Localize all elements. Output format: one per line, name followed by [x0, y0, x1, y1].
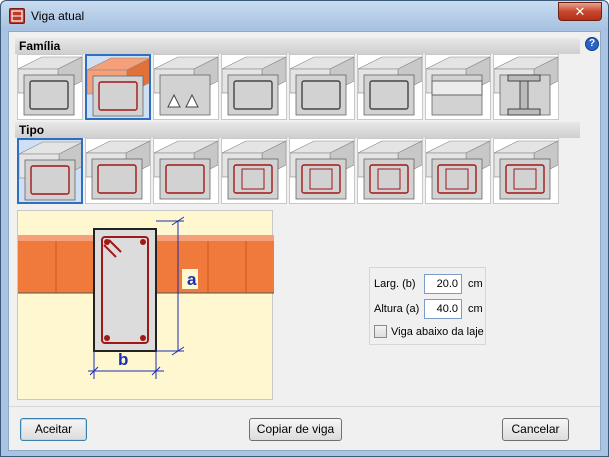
- familia-option-viga-chata[interactable]: [17, 54, 83, 120]
- button-bar: Aceitar Copiar de viga Cancelar: [9, 406, 600, 450]
- familia-option-viga-retangular[interactable]: [85, 54, 151, 120]
- dialog-window: Viga atual ✕ ? Família Tipo a b Larg. (b…: [0, 0, 609, 457]
- below-slab-checkbox[interactable]: [374, 325, 387, 338]
- tipo-option-tipo-8[interactable]: [493, 138, 559, 204]
- height-input[interactable]: [424, 299, 462, 319]
- dimensions-panel: Larg. (b) cm Altura (a) cm Viga abaixo d…: [369, 267, 486, 345]
- cancel-button[interactable]: Cancelar: [502, 418, 569, 441]
- height-label: Altura (a): [374, 303, 420, 315]
- title-bar[interactable]: Viga atual ✕: [1, 1, 608, 31]
- familia-header: Família: [15, 38, 580, 54]
- tipo-gallery: [17, 138, 561, 204]
- tipo-option-tipo-1[interactable]: [17, 138, 83, 204]
- tipo-option-tipo-6[interactable]: [357, 138, 423, 204]
- help-icon[interactable]: ?: [585, 37, 599, 51]
- familia-option-viga-isolada[interactable]: [357, 54, 423, 120]
- width-label: Larg. (b): [374, 278, 416, 290]
- familia-option-viga-treliçada[interactable]: [221, 54, 287, 120]
- app-icon: [9, 8, 25, 24]
- dialog-body: ? Família Tipo a b Larg. (b) 20.0 cm Alt…: [8, 31, 601, 451]
- familia-option-viga-de-laje[interactable]: [425, 54, 491, 120]
- tipo-option-tipo-4[interactable]: [221, 138, 287, 204]
- familia-option-viga-metalica[interactable]: [493, 54, 559, 120]
- beam-section: [93, 228, 157, 352]
- width-input[interactable]: [424, 274, 462, 294]
- section-preview: a b: [17, 210, 274, 400]
- familia-option-viga-aligeirada[interactable]: [153, 54, 219, 120]
- familia-gallery: [17, 54, 561, 120]
- below-slab-label[interactable]: Viga abaixo da laje: [391, 326, 484, 338]
- width-unit: cm: [468, 278, 483, 290]
- height-unit: cm: [468, 303, 483, 315]
- familia-option-viga-mista[interactable]: [289, 54, 355, 120]
- dimension-b-label: b: [118, 350, 128, 369]
- copy-beam-button[interactable]: Copiar de viga: [249, 418, 342, 441]
- tipo-header: Tipo: [15, 122, 580, 138]
- tipo-option-tipo-5[interactable]: [289, 138, 355, 204]
- close-icon: ✕: [574, 4, 586, 19]
- tipo-option-tipo-3[interactable]: [153, 138, 219, 204]
- window-title: Viga atual: [31, 9, 85, 23]
- accept-button[interactable]: Aceitar: [20, 418, 87, 441]
- tipo-option-tipo-2[interactable]: [85, 138, 151, 204]
- close-button[interactable]: ✕: [558, 2, 602, 21]
- tipo-option-tipo-7[interactable]: [425, 138, 491, 204]
- dimension-a-label: a: [187, 270, 197, 289]
